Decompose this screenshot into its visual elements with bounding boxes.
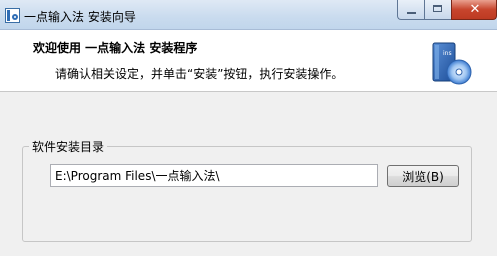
window-title: 一点输入法 安装向导 xyxy=(24,10,136,24)
minimize-icon xyxy=(407,12,416,14)
install-dir-group xyxy=(22,146,472,242)
title-bar[interactable]: 一点输入法 安装向导 ✕ xyxy=(0,0,497,30)
maximize-button[interactable] xyxy=(424,0,451,20)
install-dir-label: 软件安装目录 xyxy=(29,138,108,155)
install-path-input[interactable] xyxy=(50,164,378,187)
close-button[interactable]: ✕ xyxy=(451,0,497,20)
header-subtitle: 请确认相关设定，并单击“安装”按钮，执行安装操作。 xyxy=(55,67,344,81)
minimize-button[interactable] xyxy=(397,0,424,20)
browse-button[interactable]: 浏览(B) xyxy=(387,165,459,187)
close-icon: ✕ xyxy=(469,2,481,17)
svg-text:ins: ins xyxy=(443,50,452,57)
maximize-icon xyxy=(433,5,442,12)
install-disc-icon: ins xyxy=(432,42,472,85)
window-controls: ✕ xyxy=(397,0,497,20)
header-panel: 欢迎使用 一点输入法 安装程序 请确认相关设定，并单击“安装”按钮，执行安装操作… xyxy=(0,30,497,92)
app-icon xyxy=(5,8,20,23)
header-title: 欢迎使用 一点输入法 安装程序 xyxy=(33,41,198,55)
